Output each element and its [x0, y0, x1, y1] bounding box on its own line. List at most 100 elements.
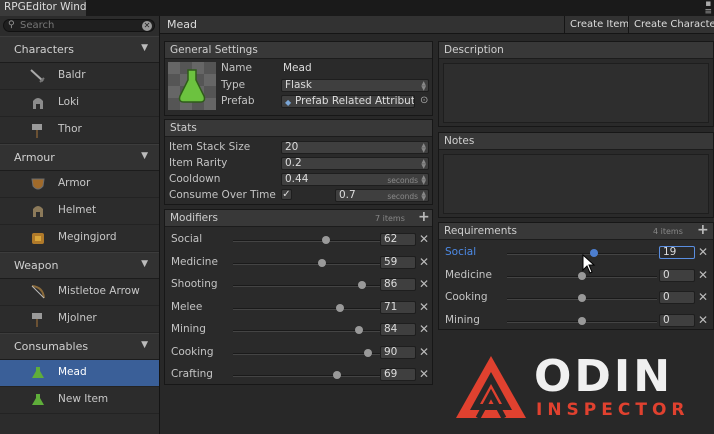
sidebar-item-label: Mead: [58, 366, 87, 378]
notes-textarea[interactable]: [443, 154, 709, 214]
create-character-button[interactable]: Create Character: [628, 16, 714, 34]
value-field[interactable]: 62: [380, 233, 416, 246]
stack-size-field[interactable]: 20 ▲ ▼: [281, 141, 429, 154]
create-item-button[interactable]: Create Item: [564, 16, 634, 34]
prefab-field[interactable]: ◆ Prefab Related Attribute: [281, 95, 415, 108]
spinner-icon[interactable]: ▲ ▼: [421, 143, 426, 154]
panel-header: Requirements 4 items +: [439, 222, 713, 240]
slider-handle[interactable]: [358, 281, 366, 289]
value-field[interactable]: 0: [659, 291, 695, 304]
remove-icon[interactable]: ✕: [419, 367, 429, 381]
sidebar-item-thor[interactable]: Thor: [0, 117, 159, 144]
spinner-icon[interactable]: ▲ ▼: [421, 175, 426, 186]
value-field[interactable]: 0: [659, 313, 695, 327]
slider-handle[interactable]: [578, 294, 586, 302]
sidebar-item-baldr[interactable]: Baldr: [0, 63, 159, 90]
value-field[interactable]: 71: [380, 300, 416, 314]
sidebar-item-mjolner[interactable]: Mjolner: [0, 306, 159, 333]
panel-header: Stats: [165, 120, 432, 137]
mouse-cursor-icon: [582, 254, 596, 274]
value-field[interactable]: 59: [380, 255, 416, 269]
panel-title: General Settings: [170, 44, 258, 56]
slider-track[interactable]: [233, 240, 383, 242]
object-picker-icon[interactable]: ⊙: [420, 95, 428, 106]
sidebar-item-mistletoe-arrow[interactable]: Mistletoe Arrow: [0, 279, 159, 306]
remove-icon[interactable]: ✕: [419, 255, 429, 269]
search-field[interactable]: ⚲ Search ✕: [3, 19, 155, 32]
value-field[interactable]: 84: [380, 323, 416, 336]
shield-icon: [31, 178, 45, 190]
window-tab[interactable]: RPGEditor Wind: [0, 0, 86, 16]
flask-icon[interactable]: [168, 62, 216, 110]
slider-track[interactable]: [233, 262, 383, 265]
remove-icon[interactable]: ✕: [698, 268, 708, 282]
value-field[interactable]: 90: [380, 345, 416, 359]
spinner-icon[interactable]: ▲ ▼: [421, 191, 426, 202]
unit-label: seconds: [387, 192, 418, 201]
remove-icon[interactable]: ✕: [698, 245, 708, 259]
sidebar-item-loki[interactable]: Loki: [0, 90, 159, 117]
category-weapon[interactable]: Weapon ▼: [0, 252, 159, 279]
add-modifier-icon[interactable]: +: [418, 209, 430, 225]
slider-handle[interactable]: [335, 303, 344, 312]
clear-search-icon[interactable]: ✕: [142, 21, 152, 31]
item-count: 7 items: [375, 214, 405, 223]
name-label: Name: [221, 62, 252, 74]
hammer-icon: [32, 313, 42, 327]
chevron-down-icon: ▼: [141, 259, 148, 269]
slider-handle[interactable]: [332, 371, 341, 379]
slider-track[interactable]: [233, 352, 383, 355]
slider-handle[interactable]: [578, 316, 586, 325]
remove-icon[interactable]: ✕: [419, 322, 429, 336]
type-label: Type: [221, 79, 246, 91]
stat-row: Social 62 ✕: [165, 230, 432, 251]
remove-icon[interactable]: ✕: [698, 290, 708, 304]
remove-icon[interactable]: ✕: [419, 300, 429, 314]
sidebar-item-mead[interactable]: Mead: [0, 360, 159, 387]
description-textarea[interactable]: [443, 63, 709, 123]
slider-handle[interactable]: [317, 258, 326, 267]
stat-row: Melee 71 ✕: [165, 298, 432, 319]
slider-track[interactable]: [233, 375, 383, 377]
category-armour[interactable]: Armour ▼: [0, 144, 159, 171]
category-characters[interactable]: Characters ▼: [0, 36, 159, 63]
sidebar-item-armor[interactable]: Armor: [0, 171, 159, 198]
slider-track[interactable]: [233, 307, 383, 310]
remove-icon[interactable]: ✕: [419, 345, 429, 359]
slider-handle[interactable]: [364, 348, 372, 357]
rarity-label: Item Rarity: [169, 157, 228, 169]
remove-icon[interactable]: ✕: [698, 313, 708, 327]
rarity-field[interactable]: 0.2 ▲ ▼: [281, 157, 429, 170]
stat-row: Shooting 86 ✕: [165, 275, 432, 296]
category-consumables[interactable]: Consumables ▼: [0, 333, 159, 360]
cooldown-field[interactable]: 0.44 seconds ▲ ▼: [281, 173, 429, 186]
value-field[interactable]: 0: [659, 268, 695, 282]
sidebar-item-megingjord[interactable]: Megingjord: [0, 225, 159, 252]
stat-name: Melee: [171, 300, 203, 313]
name-field[interactable]: Mead: [283, 62, 312, 74]
value-field[interactable]: 86: [380, 278, 416, 291]
sidebar-item-new-item[interactable]: New Item: [0, 387, 159, 414]
spinner-icon[interactable]: ▲ ▼: [421, 159, 426, 170]
add-requirement-icon[interactable]: +: [697, 222, 709, 238]
tab-menu-icon[interactable]: ▪ ≡: [704, 0, 712, 17]
value-field[interactable]: 19: [659, 246, 695, 259]
stats-panel: Stats Item Stack Size 20 ▲ ▼ Item Rarity 0…: [164, 119, 433, 205]
slider-handle[interactable]: [355, 326, 363, 334]
helmet-icon: [33, 206, 43, 217]
type-dropdown[interactable]: Flask ▲ ▼: [281, 79, 429, 92]
page-title: Mead: [167, 18, 197, 31]
remove-icon[interactable]: ✕: [419, 232, 429, 246]
stack-size-label: Item Stack Size: [169, 141, 251, 153]
bow-icon: [31, 285, 45, 299]
sidebar-item-helmet[interactable]: Helmet: [0, 198, 159, 225]
consume-checkbox[interactable]: ✓: [281, 189, 292, 200]
requirements-panel: Requirements 4 items + Social 19 ✕ Medicine…: [438, 222, 714, 330]
consume-duration-field[interactable]: 0.7 seconds ▲ ▼: [335, 189, 429, 202]
remove-icon[interactable]: ✕: [419, 277, 429, 291]
sidebar-item-label: Armor: [58, 177, 91, 189]
value-field[interactable]: 69: [380, 368, 416, 381]
chevron-down-icon: ▼: [141, 151, 148, 161]
slider-handle[interactable]: [322, 236, 330, 244]
panel-title: Notes: [444, 135, 475, 147]
